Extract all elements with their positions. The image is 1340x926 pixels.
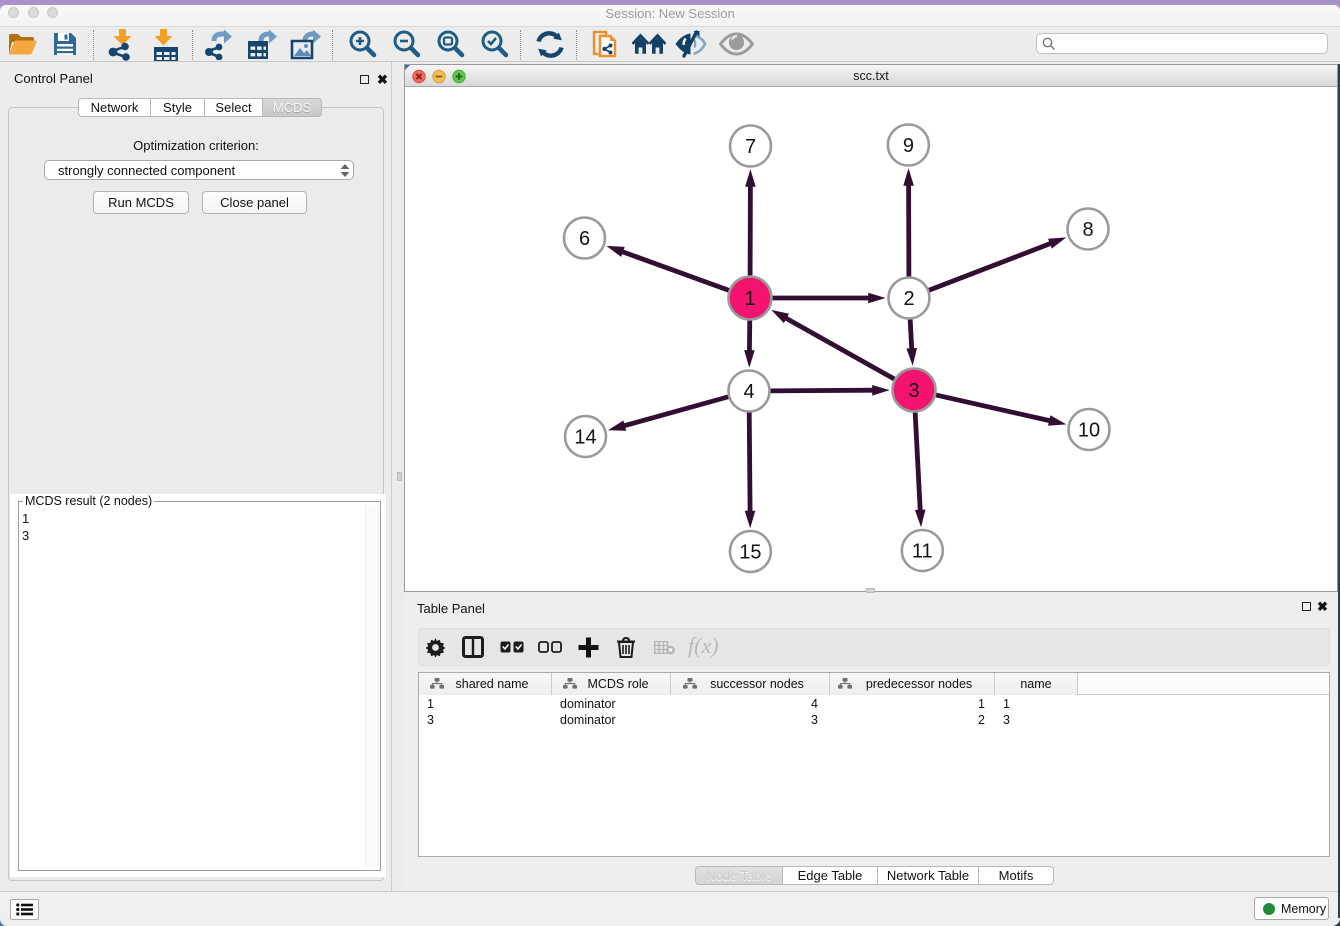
svg-text:15: 15: [739, 541, 761, 563]
svg-text:14: 14: [574, 426, 596, 448]
svg-text:11: 11: [912, 540, 933, 562]
svg-text:6: 6: [579, 228, 590, 250]
svg-text:8: 8: [1082, 219, 1093, 241]
svg-text:9: 9: [903, 135, 914, 157]
svg-text:3: 3: [908, 380, 919, 402]
svg-text:4: 4: [743, 381, 754, 403]
svg-text:2: 2: [903, 288, 914, 310]
svg-text:7: 7: [745, 136, 756, 158]
svg-text:10: 10: [1078, 419, 1100, 441]
svg-text:1: 1: [744, 288, 755, 310]
